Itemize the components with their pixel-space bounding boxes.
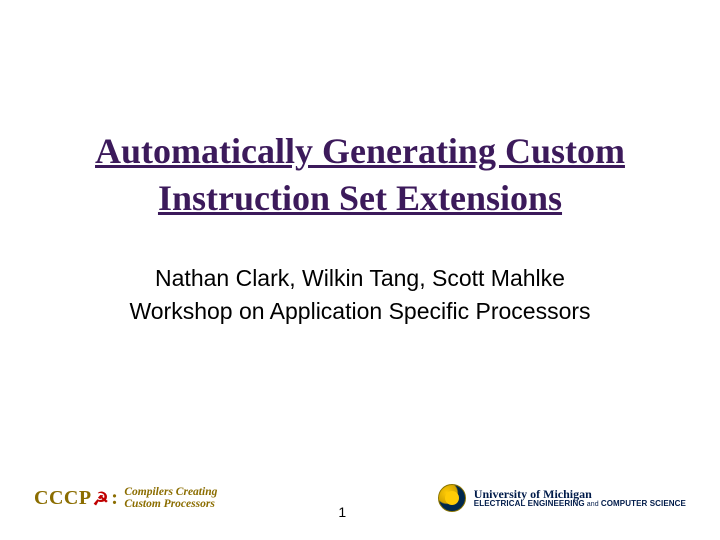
hammer-sickle-icon: ☭	[93, 489, 110, 510]
um-seal-icon	[438, 484, 466, 512]
um-department: ELECTRICAL ENGINEERING and COMPUTER SCIE…	[474, 500, 686, 508]
cccp-subtitle: Compilers Creating Custom Processors	[124, 486, 217, 510]
um-dept-b: COMPUTER SCIENCE	[601, 499, 686, 508]
um-text: University of Michigan ELECTRICAL ENGINE…	[474, 488, 686, 509]
slide-title: Automatically Generating Custom Instruct…	[0, 128, 720, 222]
cccp-logo: CCCP☭: Compilers Creating Custom Process…	[34, 486, 217, 510]
footer: CCCP☭: Compilers Creating Custom Process…	[0, 484, 720, 512]
university-logo: University of Michigan ELECTRICAL ENGINE…	[438, 484, 686, 512]
cccp-subtitle-line1: Compilers Creating	[124, 486, 217, 498]
cccp-subtitle-line2: Custom Processors	[124, 498, 217, 510]
authors-names: Nathan Clark, Wilkin Tang, Scott Mahlke	[30, 262, 690, 295]
slide: Automatically Generating Custom Instruct…	[0, 0, 720, 540]
um-dept-and: and	[585, 501, 601, 508]
colon: :	[111, 487, 118, 510]
cccp-acronym: CCCP☭:	[34, 487, 118, 510]
cccp-acronym-tail: P	[79, 487, 92, 510]
um-dept-a: ELECTRICAL ENGINEERING	[474, 499, 585, 508]
authors-block: Nathan Clark, Wilkin Tang, Scott Mahlke …	[0, 262, 720, 329]
cccp-acronym-main: CCC	[34, 487, 79, 510]
workshop-name: Workshop on Application Specific Process…	[30, 295, 690, 328]
